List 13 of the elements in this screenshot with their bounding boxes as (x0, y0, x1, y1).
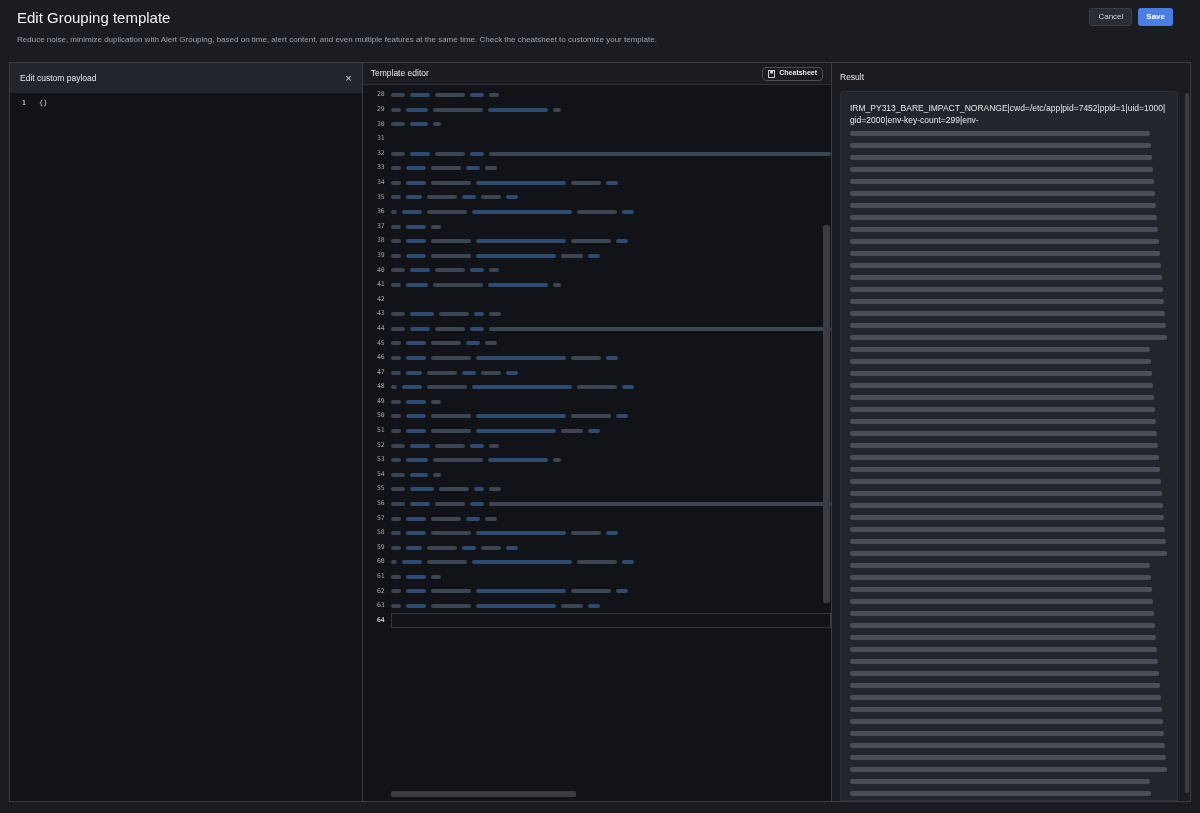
page-title: Edit Grouping template (17, 8, 172, 28)
book-icon (768, 69, 776, 78)
save-button[interactable]: Save (1138, 8, 1173, 26)
page-description: Reduce noise, minimize duplication with Alert Grouping, based on time, alert content, and even multiple features at the same time. Check the cheatsheet to customize your template. (17, 33, 657, 46)
cancel-button[interactable]: Cancel (1089, 8, 1133, 26)
vertical-scrollbar[interactable] (823, 225, 830, 603)
result-text: IRM_PY313_BARE_IMPACT_NORANGE|cwd=/etc/app|pid=7452|ppid=1|uid=1000|gid=2000|env-key-count=299|env- (850, 102, 1167, 126)
horizontal-scrollbar[interactable] (390, 791, 576, 797)
close-button[interactable]: × (345, 72, 352, 84)
panel-title: Edit custom payload (20, 71, 97, 85)
vertical-scrollbar[interactable] (1185, 93, 1189, 793)
panel-title: Result (840, 70, 865, 84)
panel-title: Template editor (370, 67, 429, 80)
